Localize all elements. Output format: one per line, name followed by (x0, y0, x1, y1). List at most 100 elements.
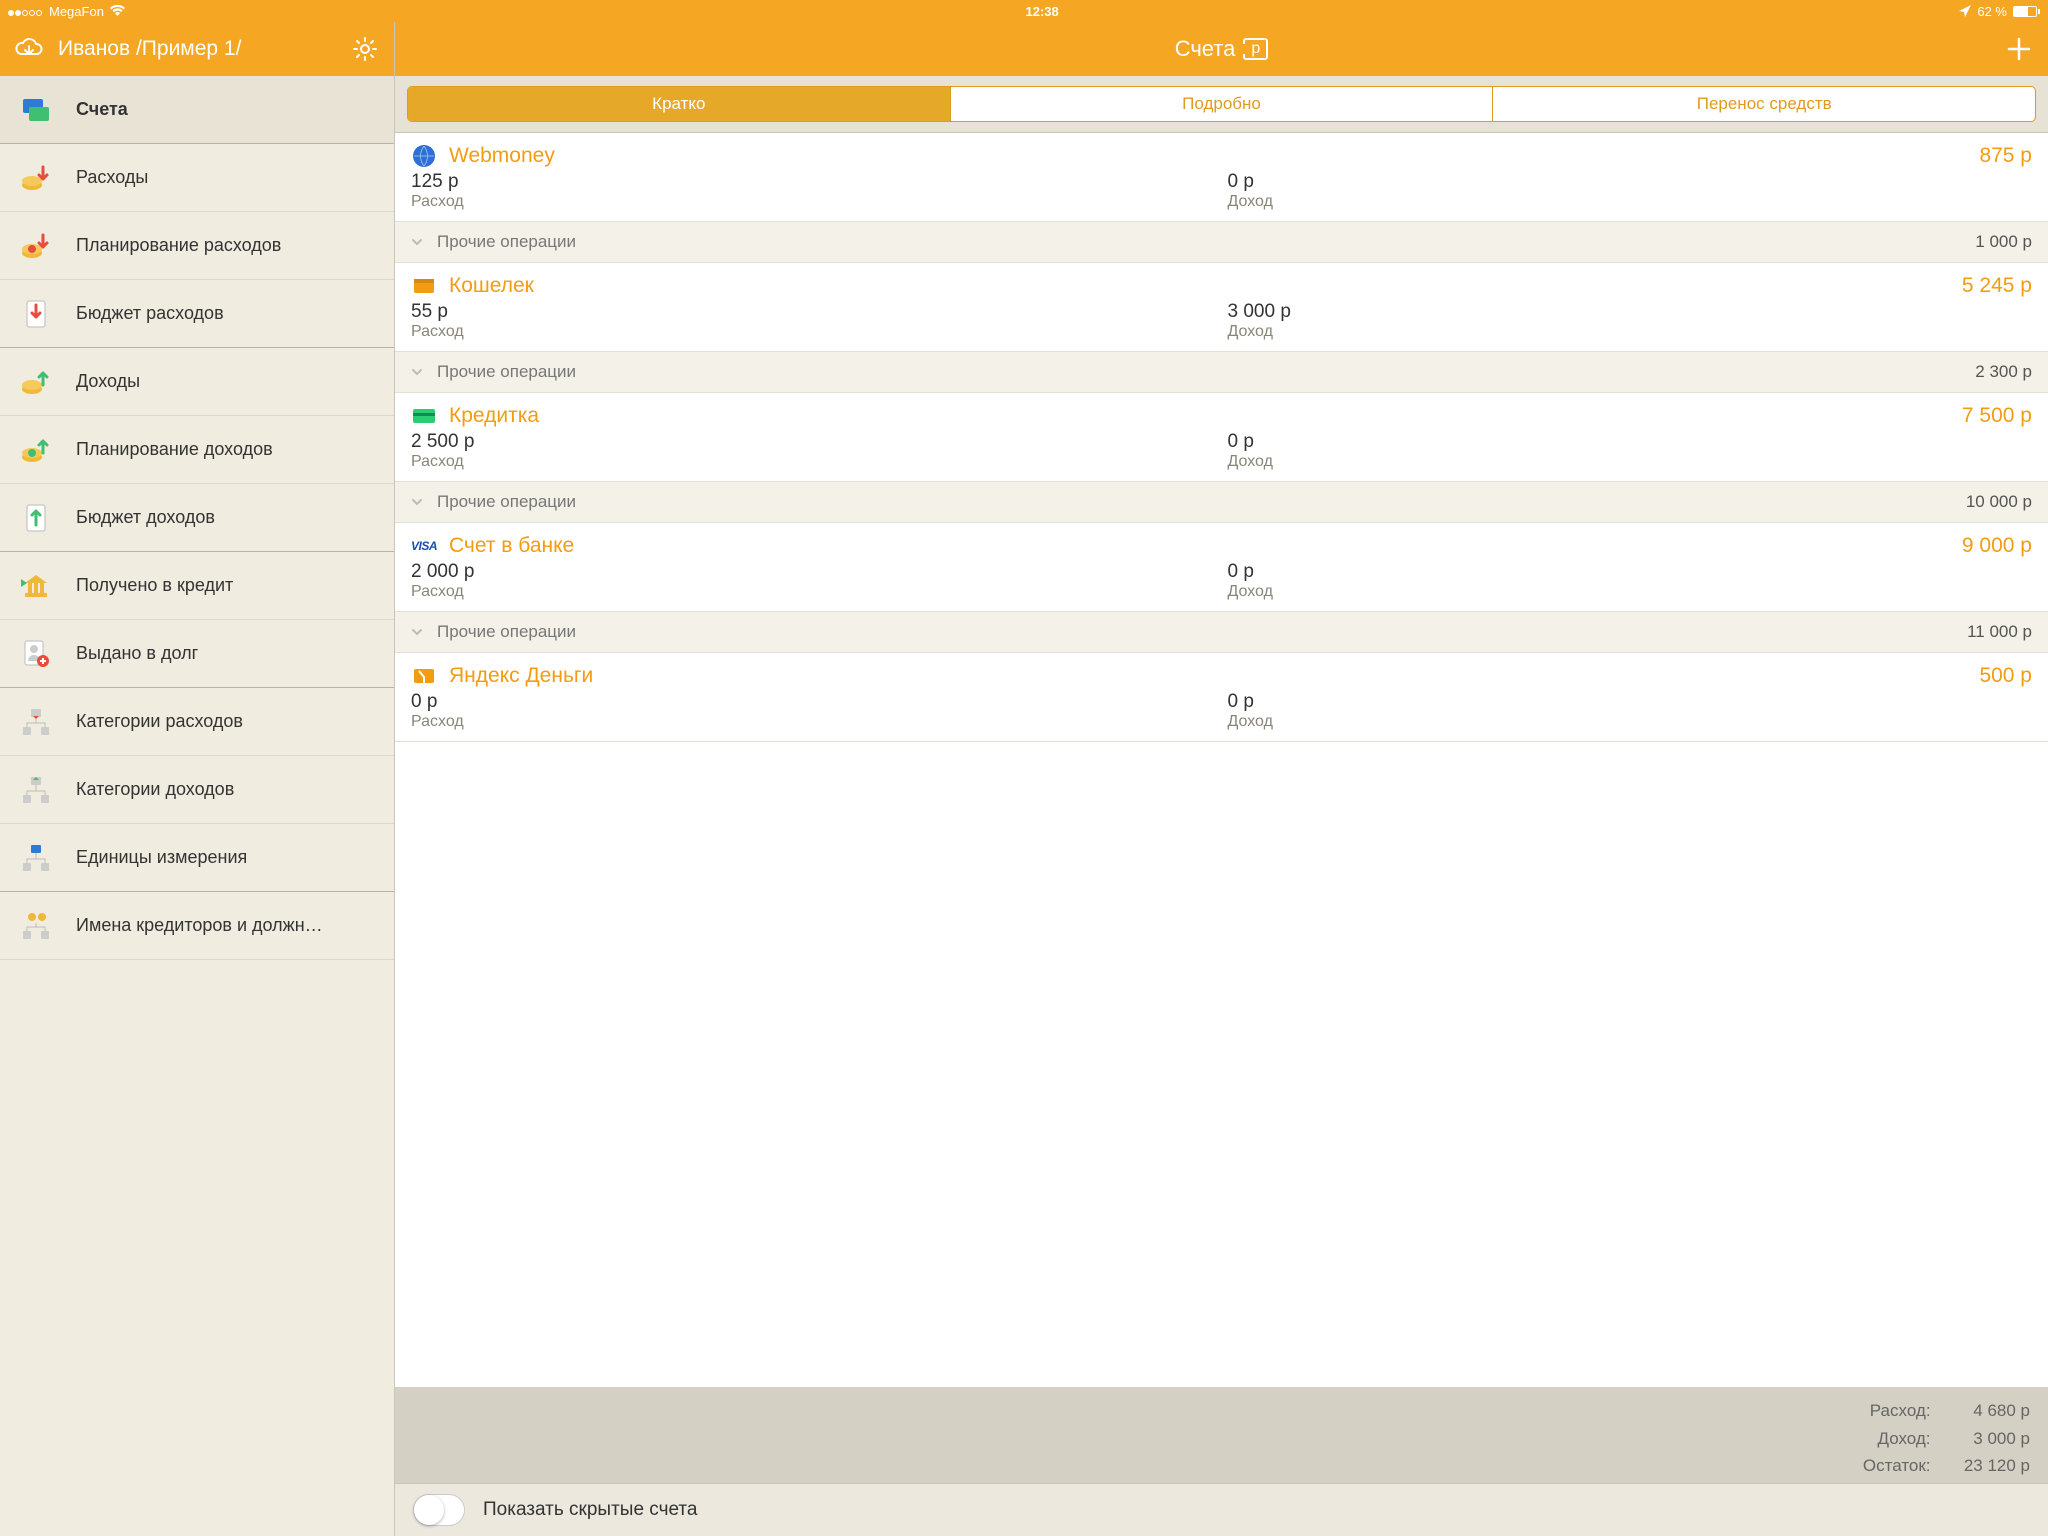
ruble-badge-icon: р (1243, 38, 1268, 60)
people-tree-icon (18, 908, 54, 944)
sidebar-item-10[interactable]: Категории доходов (0, 756, 394, 824)
income-value: 0 р (1228, 561, 2033, 583)
carrier-label: MegaFon (49, 4, 104, 19)
segment-short[interactable]: Кратко (408, 87, 950, 121)
sidebar-item-12[interactable]: Имена кредиторов и должн… (0, 892, 394, 960)
sidebar-item-2[interactable]: Планирование расходов (0, 212, 394, 280)
gear-icon[interactable] (350, 34, 380, 64)
main-header: Счета р (395, 22, 2048, 76)
sidebar-item-label: Имена кредиторов и должн… (76, 915, 323, 936)
chevron-down-icon (411, 626, 423, 638)
segmented-control: Кратко Подробно Перенос средств (395, 76, 2048, 133)
account-balance: 9 000 р (1962, 534, 2032, 558)
sidebar-item-7[interactable]: Получено в кредит (0, 552, 394, 620)
main-panel: Счета р Кратко Подробно Перенос средств … (395, 22, 2048, 1536)
visa-icon: VISA (411, 533, 437, 559)
account-balance: 7 500 р (1962, 404, 2032, 428)
account-row[interactable]: Кредитка 7 500 р 2 500 р Расход 0 р Дохо… (395, 393, 2048, 523)
expense-label: Расход (411, 193, 1216, 211)
doc-down-icon (18, 296, 54, 332)
other-ops-amount: 2 300 р (1975, 362, 2032, 382)
account-row[interactable]: Webmoney 875 р 125 р Расход 0 р Доход Пр… (395, 133, 2048, 263)
other-ops-label: Прочие операции (437, 492, 1966, 512)
account-balance: 875 р (1979, 144, 2032, 168)
coins-up-plan-icon (18, 432, 54, 468)
sidebar: Иванов /Пример 1/ Счета Расходы Планиров… (0, 22, 395, 1536)
cloud-sync-icon[interactable] (14, 34, 44, 64)
income-value: 0 р (1228, 171, 2033, 193)
income-label: Доход (1228, 193, 2033, 211)
expense-label: Расход (411, 323, 1216, 341)
other-ops-label: Прочие операции (437, 622, 1967, 642)
other-ops-amount: 1 000 р (1975, 232, 2032, 252)
tree-up-icon (18, 772, 54, 808)
expense-value: 0 р (411, 691, 1216, 713)
other-ops-row[interactable]: Прочие операции 2 300 р (395, 351, 2048, 392)
status-time: 12:38 (125, 4, 1959, 19)
tree-down-icon (18, 704, 54, 740)
sidebar-item-8[interactable]: Выдано в долг (0, 620, 394, 688)
sidebar-item-5[interactable]: Планирование доходов (0, 416, 394, 484)
account-name: Webmoney (449, 144, 1967, 168)
sidebar-item-label: Категории доходов (76, 779, 234, 800)
other-ops-label: Прочие операции (437, 362, 1975, 382)
income-label: Доход (1228, 453, 2033, 471)
battery-icon (2013, 6, 2040, 17)
sidebar-item-label: Получено в кредит (76, 575, 233, 596)
sidebar-item-label: Категории расходов (76, 711, 243, 732)
expense-value: 2 500 р (411, 431, 1216, 453)
segment-detail[interactable]: Подробно (950, 87, 1493, 121)
yandex-wallet-icon (411, 663, 437, 689)
status-bar: MegaFon 12:38 62 % (0, 0, 2048, 22)
hidden-accounts-label: Показать скрытые счета (483, 1499, 697, 1521)
sidebar-item-1[interactable]: Расходы (0, 144, 394, 212)
sidebar-item-label: Бюджет доходов (76, 507, 215, 528)
account-name: Кредитка (449, 404, 1950, 428)
other-ops-label: Прочие операции (437, 232, 1975, 252)
account-row[interactable]: Яндекс Деньги 500 р 0 р Расход 0 р Доход (395, 653, 2048, 742)
sidebar-item-label: Доходы (76, 371, 140, 392)
doc-up-icon (18, 500, 54, 536)
sidebar-item-label: Расходы (76, 167, 148, 188)
summary-footer: Расход: 4 680 р Доход: 3 000 р Остаток: … (395, 1387, 2048, 1483)
account-row[interactable]: Кошелек 5 245 р 55 р Расход 3 000 р Дохо… (395, 263, 2048, 393)
account-balance: 500 р (1979, 664, 2032, 688)
income-label: Доход (1228, 323, 2033, 341)
person-debt-icon (18, 636, 54, 672)
account-row[interactable]: VISA Счет в банке 9 000 р 2 000 р Расход… (395, 523, 2048, 653)
sidebar-item-11[interactable]: Единицы измерения (0, 824, 394, 892)
battery-pct: 62 % (1977, 4, 2007, 19)
location-icon (1959, 5, 1971, 17)
account-balance: 5 245 р (1962, 274, 2032, 298)
chevron-down-icon (411, 366, 423, 378)
globe-blue-icon (411, 143, 437, 169)
coins-up-icon (18, 364, 54, 400)
sidebar-item-4[interactable]: Доходы (0, 348, 394, 416)
card-green-icon (411, 403, 437, 429)
account-name: Счет в банке (449, 534, 1950, 558)
ruler-tree-icon (18, 840, 54, 876)
page-title: Счета р (439, 36, 2004, 62)
expense-label: Расход (411, 713, 1216, 731)
sidebar-item-3[interactable]: Бюджет расходов (0, 280, 394, 348)
income-label: Доход (1228, 583, 2033, 601)
bank-in-icon (18, 568, 54, 604)
segment-transfer[interactable]: Перенос средств (1492, 87, 2035, 121)
sidebar-item-0[interactable]: Счета (0, 76, 394, 144)
account-name: Кошелек (449, 274, 1950, 298)
sidebar-item-9[interactable]: Категории расходов (0, 688, 394, 756)
hidden-accounts-switch[interactable] (413, 1494, 465, 1526)
sidebar-item-6[interactable]: Бюджет доходов (0, 484, 394, 552)
other-ops-row[interactable]: Прочие операции 11 000 р (395, 611, 2048, 652)
add-button[interactable] (2004, 34, 2034, 64)
other-ops-amount: 10 000 р (1966, 492, 2032, 512)
income-value: 0 р (1228, 691, 2033, 713)
other-ops-row[interactable]: Прочие операции 10 000 р (395, 481, 2048, 522)
signal-dots-icon (8, 4, 43, 19)
coins-down-plan-icon (18, 228, 54, 264)
expense-value: 55 р (411, 301, 1216, 323)
expense-value: 2 000 р (411, 561, 1216, 583)
wifi-icon (110, 5, 125, 17)
other-ops-row[interactable]: Прочие операции 1 000 р (395, 221, 2048, 262)
expense-label: Расход (411, 583, 1216, 601)
